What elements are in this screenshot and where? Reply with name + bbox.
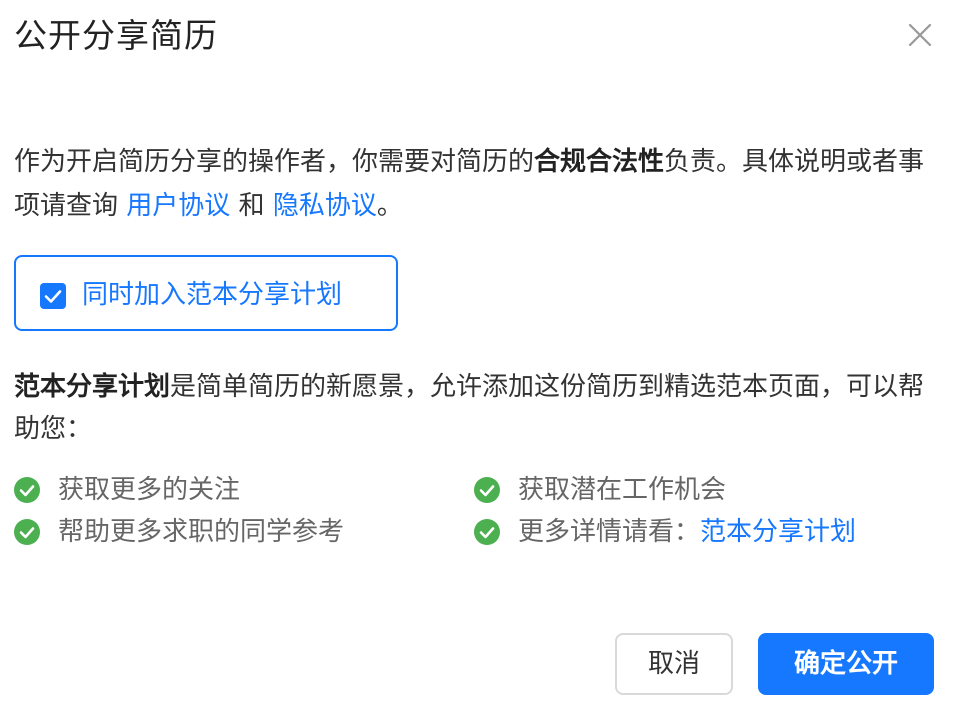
user-agreement-link[interactable]: 用户协议 — [126, 191, 230, 221]
benefit-text: 更多详情请看：范本分享计划 — [518, 512, 856, 552]
notice-end: 。 — [376, 191, 403, 221]
checkbox-checked-icon[interactable] — [40, 283, 66, 309]
benefit-text: 帮助更多求职的同学参考 — [58, 517, 345, 547]
close-icon — [908, 23, 932, 47]
compliance-emphasis: 合规合法性 — [534, 147, 665, 177]
share-resume-dialog: 公开分享简历 作为开启简历分享的操作者，你需要对简历的合规合法性负责。具体说明或… — [0, 0, 956, 710]
more-details-text: 更多详情请看： — [518, 517, 701, 547]
confirm-publish-button[interactable]: 确定公开 — [758, 633, 934, 695]
join-template-plan-label: 同时加入范本分享计划 — [82, 280, 343, 310]
dialog-title: 公开分享简历 — [14, 16, 218, 55]
notice-conj: 和 — [230, 191, 273, 221]
notice-text-1: 作为开启简历分享的操作者，你需要对简历的 — [14, 147, 535, 177]
template-plan-link[interactable]: 范本分享计划 — [700, 517, 856, 547]
check-circle-icon — [14, 477, 40, 503]
template-plan-name: 范本分享计划 — [14, 372, 171, 402]
responsibility-notice: 作为开启简历分享的操作者，你需要对简历的合规合法性负责。具体说明或者事项请查询 … — [14, 140, 934, 228]
privacy-agreement-link[interactable]: 隐私协议 — [273, 191, 377, 221]
benefit-text: 获取潜在工作机会 — [518, 475, 727, 505]
template-plan-description: 范本分享计划是简单简历的新愿景，允许添加这份简历到精选范本页面，可以帮助您： — [14, 366, 934, 450]
check-circle-icon — [474, 477, 500, 503]
check-circle-icon — [14, 519, 40, 545]
cancel-button[interactable]: 取消 — [615, 633, 733, 695]
check-circle-icon — [474, 519, 500, 545]
benefit-text: 获取更多的关注 — [58, 475, 241, 505]
close-button[interactable] — [904, 19, 936, 51]
join-template-plan-option[interactable]: 同时加入范本分享计划 — [14, 255, 398, 331]
